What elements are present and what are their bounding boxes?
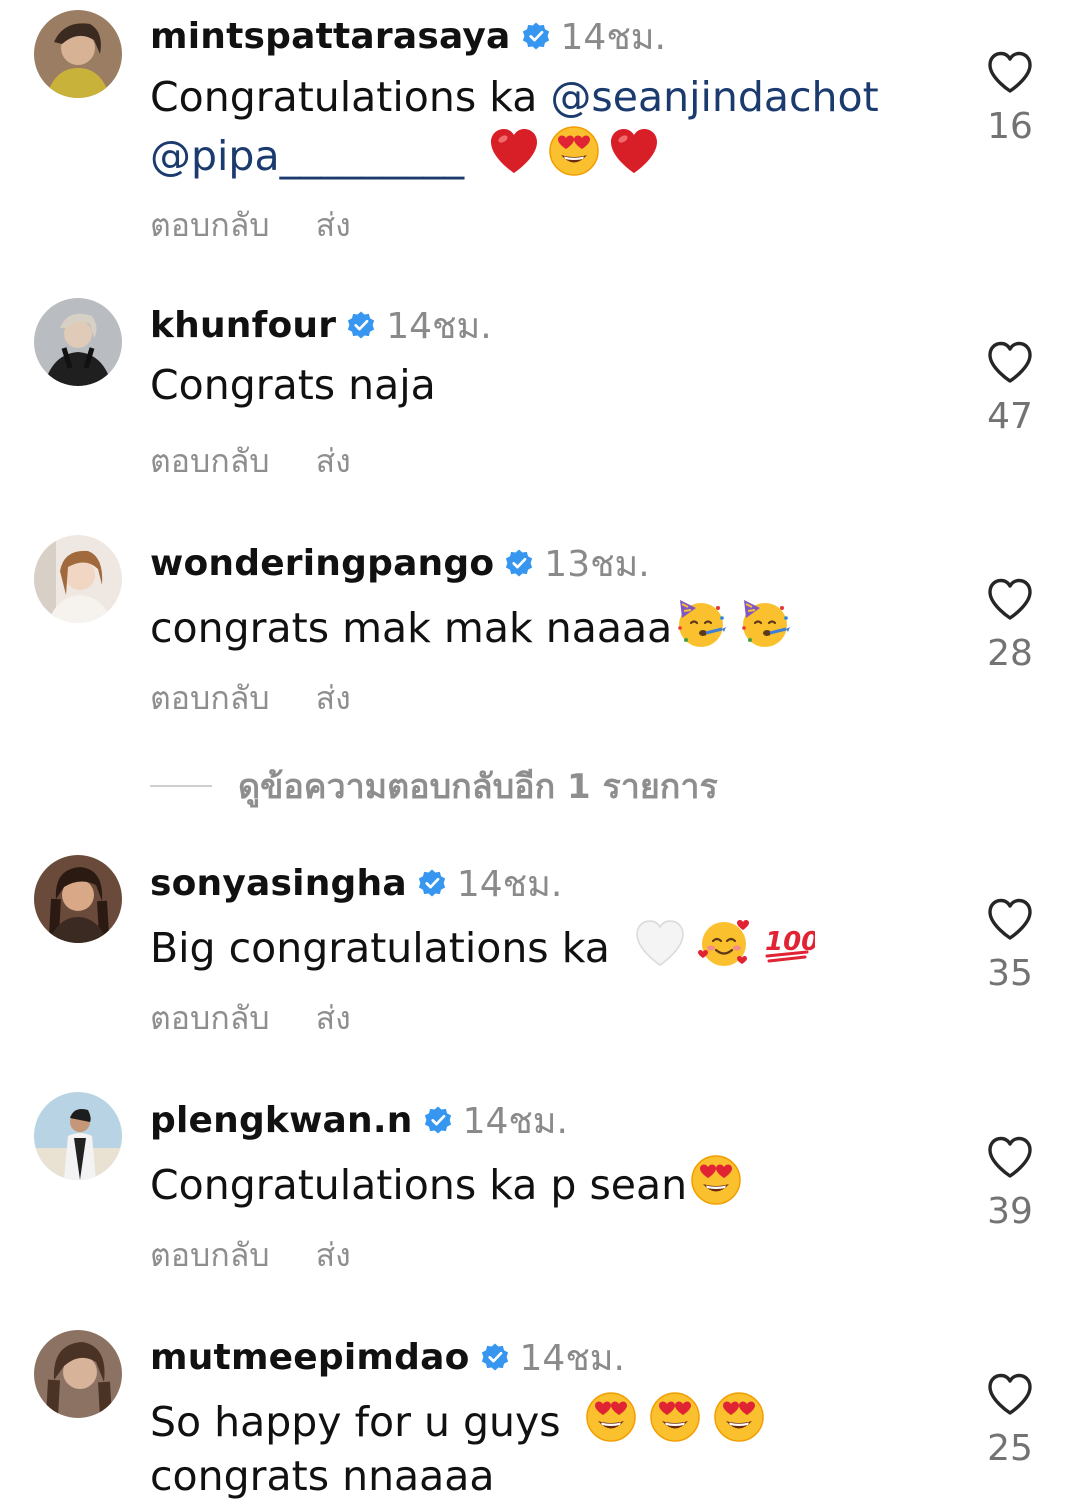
timestamp: 14ชม.	[519, 1337, 625, 1379]
heart-eyes-emoji-icon	[584, 1390, 638, 1444]
heart-icon[interactable]	[986, 340, 1034, 384]
send-button[interactable]: ส่ง	[316, 673, 351, 724]
comment-text-content: Congratulations ka p sean	[150, 1161, 688, 1209]
heart-eyes-emoji-icon	[648, 1390, 702, 1444]
white-heart-emoji-icon	[633, 916, 687, 970]
timestamp: 14ชม.	[560, 16, 666, 58]
like-count: 25	[987, 1428, 1033, 1469]
reply-button[interactable]: ตอบกลับ	[150, 1230, 270, 1281]
view-more-replies-label: ดูข้อความตอบกลับอีก 1 รายการ	[238, 767, 718, 807]
party-face-emoji-icon	[674, 596, 728, 650]
verified-badge-icon	[346, 310, 376, 340]
comment-text: Congrats naja	[150, 358, 940, 412]
timestamp: 13ชม.	[544, 543, 650, 585]
party-face-emoji-icon	[738, 596, 792, 650]
mention-link[interactable]: @pipa_________	[150, 132, 464, 180]
avatar[interactable]	[34, 1092, 122, 1180]
like-control: 16	[980, 50, 1040, 147]
timestamp: 14ชม.	[386, 305, 492, 347]
heart-eyes-emoji-icon	[547, 124, 601, 178]
comment-text-content: So happy for u guys	[150, 1398, 574, 1446]
heart-icon[interactable]	[986, 897, 1034, 941]
avatar[interactable]	[34, 298, 122, 386]
send-button[interactable]: ส่ง	[316, 1230, 351, 1281]
like-count: 28	[987, 633, 1033, 674]
avatar[interactable]	[34, 1330, 122, 1418]
comment-text: Big congratulations ka	[150, 916, 940, 975]
like-control: 28	[980, 577, 1040, 674]
verified-badge-icon	[504, 548, 534, 578]
like-count: 16	[987, 106, 1033, 147]
verified-badge-icon	[480, 1342, 510, 1372]
username[interactable]: mintspattarasaya	[150, 16, 511, 57]
mention-link[interactable]: @seanjindachot	[550, 73, 878, 121]
like-control: 47	[980, 340, 1040, 437]
reply-button[interactable]: ตอบกลับ	[150, 200, 270, 251]
heart-icon[interactable]	[986, 1135, 1034, 1179]
red-heart-emoji-icon	[487, 124, 541, 178]
comment-text-content: Big congratulations ka	[150, 924, 623, 972]
username[interactable]: khunfour	[150, 305, 336, 346]
view-more-replies-button[interactable]: ดูข้อความตอบกลับอีก 1 รายการ	[150, 764, 718, 808]
like-control: 25	[980, 1372, 1040, 1469]
smiling-face-with-hearts-emoji-icon	[697, 916, 751, 970]
avatar[interactable]	[34, 10, 122, 98]
like-count: 39	[987, 1191, 1033, 1232]
avatar[interactable]	[34, 855, 122, 943]
verified-badge-icon	[521, 21, 551, 51]
divider-line	[150, 785, 212, 787]
red-heart-emoji-icon	[607, 124, 661, 178]
avatar[interactable]	[34, 535, 122, 623]
heart-eyes-emoji-icon	[689, 1153, 743, 1207]
comment-text: Congratulations ka p sean	[150, 1153, 940, 1212]
timestamp: 14ชม.	[462, 1100, 568, 1142]
reply-button[interactable]: ตอบกลับ	[150, 673, 270, 724]
like-control: 35	[980, 897, 1040, 994]
heart-icon[interactable]	[986, 577, 1034, 621]
heart-icon[interactable]	[986, 1372, 1034, 1416]
verified-badge-icon	[423, 1105, 453, 1135]
username[interactable]: sonyasingha	[150, 863, 407, 904]
comment-text: So happy for u guys congrats nnaaaa	[150, 1390, 940, 1503]
username[interactable]: mutmeepimdao	[150, 1337, 470, 1378]
comment-text-content: congrats nnaaaa	[150, 1452, 495, 1500]
comment-text: Congratulations ka @seanjindachot @pipa_…	[150, 70, 940, 183]
username[interactable]: plengkwan.n	[150, 1100, 413, 1141]
reply-button[interactable]: ตอบกลับ	[150, 436, 270, 487]
send-button[interactable]: ส่ง	[316, 200, 351, 251]
send-button[interactable]: ส่ง	[316, 436, 351, 487]
heart-icon[interactable]	[986, 50, 1034, 94]
username[interactable]: wonderingpango	[150, 543, 494, 584]
comment-text: congrats mak mak naaaa	[150, 596, 940, 655]
like-control: 39	[980, 1135, 1040, 1232]
send-button[interactable]: ส่ง	[316, 993, 351, 1044]
heart-eyes-emoji-icon	[712, 1390, 766, 1444]
comment-text-content: congrats mak mak naaaa	[150, 604, 673, 652]
hundred-points-emoji-icon	[761, 916, 815, 970]
timestamp: 14ชม.	[456, 863, 563, 905]
like-count: 47	[987, 396, 1033, 437]
reply-button[interactable]: ตอบกลับ	[150, 993, 270, 1044]
comment-text-content: Congratulations ka	[150, 73, 551, 121]
verified-badge-icon	[417, 868, 447, 898]
like-count: 35	[987, 953, 1033, 994]
comment-text-content: Congrats naja	[150, 361, 436, 409]
